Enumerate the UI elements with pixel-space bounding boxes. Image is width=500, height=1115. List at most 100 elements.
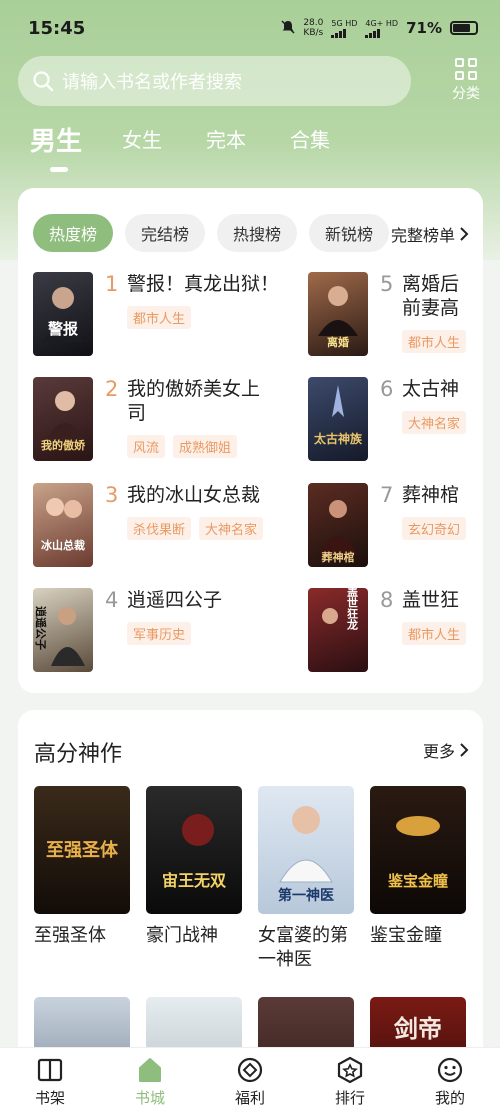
status-indicators: 28.0 KB/s 5G HD 4G+ HD 71% [281, 18, 478, 38]
book-cover: 至强圣体 [34, 786, 130, 914]
book-title: 豪门战神 [146, 925, 218, 946]
book-title: 鉴宝金瞳 [370, 925, 442, 946]
chip-completed[interactable]: 完结榜 [125, 214, 206, 252]
star-badge-icon [335, 1055, 365, 1085]
tab-bookshelf[interactable]: 书架 [10, 1055, 90, 1108]
rank-item[interactable]: 太古神族 6 太古神 大神名家 [308, 377, 483, 463]
battery-percent: 71% [406, 19, 442, 37]
rank-number: 1 [105, 272, 119, 296]
tag-list: 都市人生 [127, 306, 192, 329]
tag: 军事历史 [127, 622, 192, 645]
tab-female[interactable]: 女生 [122, 124, 162, 158]
rank-item[interactable]: 葬神棺 7 葬神棺 玄幻奇幻 [308, 483, 483, 569]
cover-title: 第一神医 [278, 887, 334, 904]
chip-hot-search[interactable]: 热搜榜 [217, 214, 298, 252]
rank-title: 太古神 [402, 378, 460, 400]
rank-item[interactable]: 我的傲娇 2 我的傲娇美女上 司 风流 成熟御姐 [33, 377, 293, 463]
rank-title: 葬神棺 [402, 484, 460, 506]
chevron-right-icon [460, 743, 469, 757]
network-speed-unit: KB/s [303, 28, 324, 38]
section-title: 高分神作 [34, 742, 123, 767]
smile-icon [435, 1055, 465, 1085]
tag-list: 军事历史 [127, 622, 192, 645]
book-cover: 冰山总裁 [33, 483, 93, 567]
home-icon [135, 1055, 165, 1085]
cover-title: 盖世狂龙 [346, 588, 360, 631]
tag: 都市人生 [402, 330, 467, 353]
signal-sim2: 4G+ HD [365, 19, 398, 38]
grid-icon [455, 58, 477, 80]
cover-title: 剑帝 [393, 1015, 442, 1043]
mute-icon [281, 19, 295, 37]
cover-title: 葬神棺 [322, 550, 355, 564]
book-cover: 逍遥公子 [33, 588, 93, 672]
tag: 玄幻奇幻 [402, 517, 467, 540]
book-item[interactable]: 宙王无双 豪门战神 [146, 786, 242, 948]
category-button[interactable]: 分类 [444, 56, 488, 106]
book-cover: 盖世狂龙 [308, 588, 368, 672]
rank-number: 7 [380, 483, 394, 507]
book-title: 女富婆的第一神医 [258, 925, 348, 970]
rank-number: 8 [380, 588, 394, 612]
tab-welfare[interactable]: 福利 [210, 1055, 290, 1108]
cover-title: 宙王无双 [162, 871, 226, 890]
book-item[interactable]: 至强圣体 至强圣体 [34, 786, 130, 948]
more-link[interactable]: 更多 [423, 738, 469, 762]
tab-bookstore[interactable]: 书城 [110, 1055, 190, 1108]
rank-number: 5 [380, 272, 394, 296]
book-title: 至强圣体 [34, 925, 106, 946]
chip-hot[interactable]: 热度榜 [33, 214, 114, 252]
cover-title: 逍遥公子 [34, 606, 48, 650]
signal-sim1: 5G HD [331, 19, 357, 38]
bottom-tabbar: 书架 书城 福利 排行 我的 [0, 1047, 500, 1115]
book-cover: 鉴宝金瞳 [370, 786, 466, 914]
rank-item[interactable]: 逍遥公子 4 逍遥四公子 军事历史 [33, 588, 293, 674]
tab-completed[interactable]: 完本 [206, 124, 246, 158]
tag: 大神名家 [199, 517, 264, 540]
tab-label: 福利 [234, 1089, 265, 1107]
more-label: 更多 [422, 742, 455, 761]
rank-item[interactable]: 盖世狂龙 8 盖世狂 都市人生 [308, 588, 483, 674]
tag: 都市人生 [127, 306, 192, 329]
status-time: 15:45 [28, 17, 86, 39]
tag-list: 都市人生 [402, 622, 467, 645]
search-input[interactable]: 请输入书名或作者搜索 [18, 56, 411, 106]
full-list-link[interactable]: 完整榜单 [391, 222, 469, 246]
book-item[interactable]: 鉴宝金瞳 鉴宝金瞳 [370, 786, 466, 948]
signal-bars-icon [365, 28, 398, 38]
rank-number: 3 [105, 483, 119, 507]
rank-title-line2: 前妻高 [402, 297, 460, 319]
status-bar: 15:45 28.0 KB/s 5G HD 4G+ HD 71% [0, 0, 500, 56]
rank-chip-row: 热度榜 完结榜 热搜榜 新锐榜 [33, 214, 390, 252]
rank-item[interactable]: 离婚 5 离婚后 前妻高 都市人生 [308, 272, 483, 358]
rank-item[interactable]: 冰山总裁 3 我的冰山女总裁 杀伐果断 大神名家 [33, 483, 293, 569]
tab-ranking[interactable]: 排行 [310, 1055, 390, 1108]
rank-title: 我的傲娇美女上 [127, 378, 261, 400]
rank-number: 4 [105, 588, 119, 612]
search-row: 请输入书名或作者搜索 分类 [18, 56, 488, 106]
tag: 风流 [127, 435, 166, 458]
tag-list: 杀伐果断 大神名家 [127, 517, 264, 540]
rank-title: 警报！真龙出狱！ [127, 273, 280, 295]
tab-mine[interactable]: 我的 [410, 1055, 490, 1108]
tag: 成熟御姐 [173, 435, 238, 458]
rank-item[interactable]: 警报 1 警报！真龙出狱！ 都市人生 [33, 272, 293, 358]
chip-new[interactable]: 新锐榜 [309, 214, 390, 252]
tab-male[interactable]: 男生 [30, 121, 82, 172]
book-item[interactable]: 第一神医 女富婆的第一神医 [258, 786, 354, 972]
book-icon [35, 1055, 65, 1085]
tab-collection[interactable]: 合集 [290, 124, 330, 158]
cover-title: 鉴宝金瞳 [387, 872, 448, 890]
full-list-label: 完整榜单 [390, 226, 455, 245]
tab-label: 我的 [434, 1089, 465, 1107]
rank-title-line2: 司 [127, 402, 147, 424]
ranking-card: 热度榜 完结榜 热搜榜 新锐榜 完整榜单 警报 1 警报！真龙出狱！ 都市人生 … [18, 188, 483, 693]
category-label: 分类 [452, 86, 480, 102]
signal-bars-icon [331, 28, 357, 38]
tag-list: 玄幻奇幻 [402, 517, 467, 540]
book-cover: 第一神医 [258, 786, 354, 914]
rank-title: 离婚后 [402, 273, 460, 295]
tab-label: 书城 [134, 1089, 165, 1107]
book-cover: 离婚 [308, 272, 368, 356]
tag: 都市人生 [402, 622, 467, 645]
